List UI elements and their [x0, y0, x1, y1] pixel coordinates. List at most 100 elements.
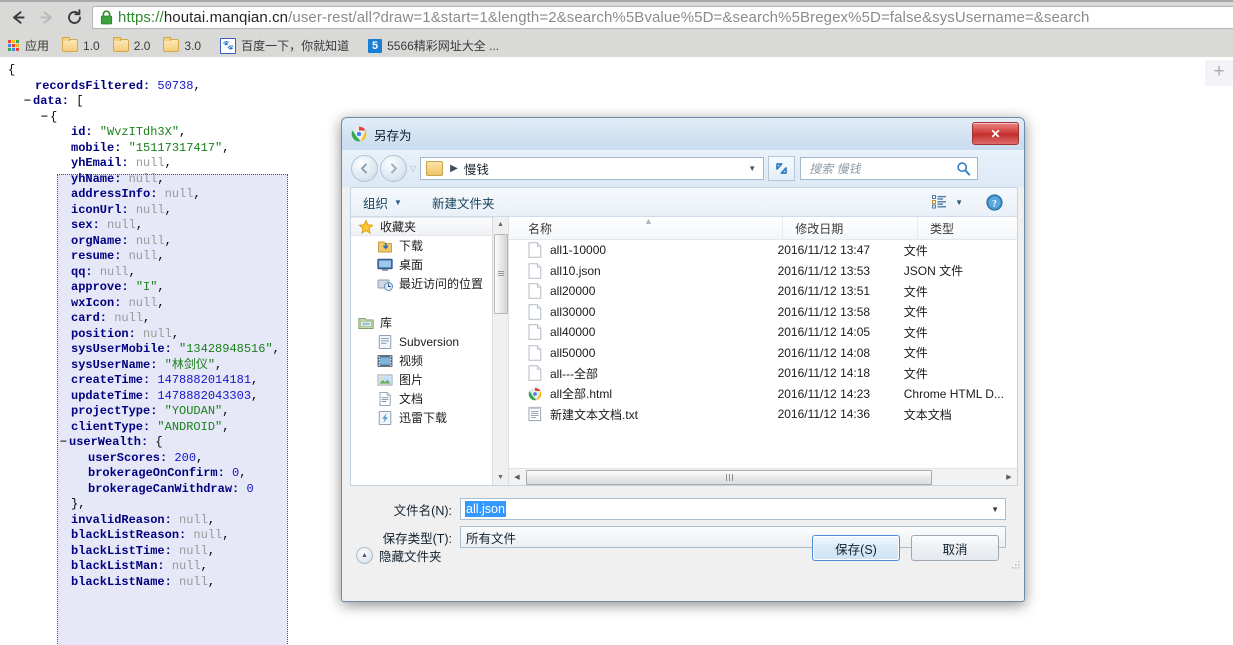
scroll-down-arrow[interactable]: ▼: [493, 470, 508, 485]
json-punctuation: ,: [157, 249, 165, 263]
close-icon[interactable]: ✕: [972, 122, 1019, 145]
dialog-search-box[interactable]: 搜索 慢钱: [800, 157, 979, 180]
nav-item-0[interactable]: 收藏夹: [351, 217, 508, 236]
organize-button[interactable]: 组织 ▼: [363, 193, 402, 212]
scrollbar-thumb[interactable]: [526, 469, 932, 485]
nav-item-2[interactable]: 桌面: [351, 255, 508, 274]
scroll-up-arrow[interactable]: ▲: [493, 217, 508, 232]
file-row[interactable]: 新建文本文档.txt 2016/11/12 14:36 文本文档: [509, 404, 1017, 425]
file-name-label: 新建文本文档.txt: [550, 407, 639, 422]
chevron-down-icon[interactable]: ▼: [748, 164, 756, 173]
filename-input[interactable]: all.json ▼: [460, 498, 1006, 520]
hide-folders-toggle[interactable]: ▲ 隐藏文件夹: [356, 546, 442, 565]
json-value: null: [107, 218, 136, 232]
cancel-button[interactable]: 取消: [911, 535, 999, 561]
resize-grip[interactable]: [1009, 557, 1021, 569]
folder-icon: [112, 37, 129, 52]
help-button[interactable]: ?: [986, 193, 1003, 211]
json-key: id:: [71, 125, 100, 139]
bookmark-folder-3[interactable]: 3.0: [158, 35, 206, 57]
url-text: https://houtai.manqian.cn/user-rest/all?…: [118, 7, 1089, 28]
column-header-type[interactable]: 类型: [918, 217, 1017, 239]
nav-item-1[interactable]: 下载: [351, 236, 508, 255]
json-punctuation: ,: [207, 543, 216, 558]
json-line: recordsFiltered: 50738,: [8, 79, 280, 95]
forward-button[interactable]: [32, 4, 60, 32]
nav-item-label: 桌面: [399, 258, 424, 272]
bookmark-folder-1[interactable]: 1.0: [57, 35, 105, 57]
file-row[interactable]: all50000 2016/11/12 14:08 文件: [509, 343, 1017, 364]
json-key: createTime:: [71, 373, 158, 387]
file-type-cell: Chrome HTML D...: [903, 386, 1004, 401]
json-key: data:: [33, 94, 77, 108]
file-row[interactable]: all40000 2016/11/12 14:05 文件: [509, 322, 1017, 343]
column-header-row: 名称 修改日期 类型 ▲: [509, 217, 1017, 240]
json-value: 200: [174, 450, 197, 465]
json-collapse-toggle[interactable]: −: [58, 435, 69, 451]
chrome-icon: [528, 386, 542, 402]
view-mode-button[interactable]: ▼: [932, 195, 963, 209]
nav-item-3[interactable]: 最近访问的位置: [351, 274, 508, 293]
bookmark-folder-2[interactable]: 2.0: [108, 35, 156, 57]
file-type-cell: 文本文档: [903, 407, 952, 422]
json-value: null: [179, 543, 208, 558]
bookmark-baidu[interactable]: 🐾 百度一下，你就知道: [215, 35, 354, 57]
column-header-date[interactable]: 修改日期: [783, 217, 918, 239]
file-row[interactable]: all全部.html 2016/11/12 14:23 Chrome HTML D.…: [509, 384, 1017, 405]
dialog-back-button[interactable]: [351, 155, 378, 182]
dialog-forward-button[interactable]: [380, 155, 407, 182]
nav-item-6[interactable]: Subversion: [351, 332, 508, 351]
json-value: "WvzITdh3X": [99, 125, 180, 139]
reload-button[interactable]: [60, 4, 88, 32]
chevron-down-icon[interactable]: ▽: [410, 164, 416, 173]
nav-item-8[interactable]: 图片: [351, 370, 508, 389]
path-breadcrumb-bar[interactable]: ▶ 慢钱 ▼: [420, 157, 765, 180]
bookmark-hao5566[interactable]: 5 5566精彩网址大全 ...: [363, 35, 504, 57]
file-row[interactable]: all20000 2016/11/12 13:51 文件: [509, 281, 1017, 302]
back-button[interactable]: [4, 4, 32, 32]
address-bar[interactable]: https://houtai.manqian.cn/user-rest/all?…: [92, 6, 1233, 29]
file-date-cell: 2016/11/12 14:05: [777, 325, 871, 340]
nav-item-7[interactable]: 视频: [351, 351, 508, 370]
json-key: sex:: [71, 218, 108, 232]
nav-item-10[interactable]: 迅雷下载: [351, 408, 508, 427]
chevron-down-icon: ▼: [394, 197, 402, 207]
new-folder-button[interactable]: 新建文件夹: [432, 193, 495, 212]
scroll-right-arrow[interactable]: ▶: [1001, 469, 1017, 485]
scroll-left-arrow[interactable]: ◀: [509, 469, 525, 485]
json-expand-button[interactable]: +: [1205, 60, 1233, 86]
bookmark-label: 百度一下，你就知道: [241, 39, 350, 53]
json-value: null: [171, 559, 201, 573]
chevron-down-icon[interactable]: ▼: [991, 505, 999, 514]
file-row[interactable]: all30000 2016/11/12 13:58 文件: [509, 302, 1017, 323]
file-row[interactable]: all10.json 2016/11/12 13:53 JSON 文件: [509, 261, 1017, 282]
file-type-cell: 文件: [903, 243, 928, 258]
json-line: card: null,: [8, 311, 280, 327]
json-key: blackListName:: [71, 574, 180, 589]
json-punctuation: ,: [164, 156, 172, 170]
dialog-refresh-button[interactable]: [768, 156, 796, 181]
dialog-navigation-bar: ▽ ▶ 慢钱 ▼ 搜索 慢钱: [342, 150, 1024, 187]
navigation-scrollbar[interactable]: ▲ ▼: [492, 217, 508, 485]
json-collapse-toggle[interactable]: −: [39, 110, 50, 126]
save-button[interactable]: 保存(S): [812, 535, 900, 561]
json-key: brokerageOnConfirm:: [88, 466, 233, 480]
nav-item-9[interactable]: 文档: [351, 389, 508, 408]
json-punctuation: ,: [164, 233, 172, 248]
json-line: blackListName: null,: [8, 575, 280, 591]
file-name-label: all40000: [550, 325, 596, 340]
file-list-horizontal-scrollbar[interactable]: ◀ ▶: [509, 468, 1017, 485]
json-collapse-toggle[interactable]: −: [22, 94, 33, 110]
dialog-titlebar[interactable]: 另存为 ✕: [342, 118, 1024, 150]
json-key: clientType:: [71, 419, 158, 434]
file-row[interactable]: all1-10000 2016/11/12 13:47 文件: [509, 240, 1017, 261]
scrollbar-thumb[interactable]: [494, 234, 508, 314]
json-line: sysUserName: "林剑仪",: [8, 358, 280, 374]
nav-item-5[interactable]: 库: [351, 313, 508, 332]
bookmark-label: 3.0: [184, 38, 202, 53]
recent-icon: [377, 276, 393, 292]
bookmark-apps[interactable]: 应用: [3, 35, 54, 57]
folder-icon: [426, 161, 444, 176]
json-viewer: {recordsFiltered: 50738, − data: [−{id: "W…: [8, 63, 280, 590]
file-row[interactable]: all---全部 2016/11/12 14:18 文件: [509, 363, 1017, 384]
